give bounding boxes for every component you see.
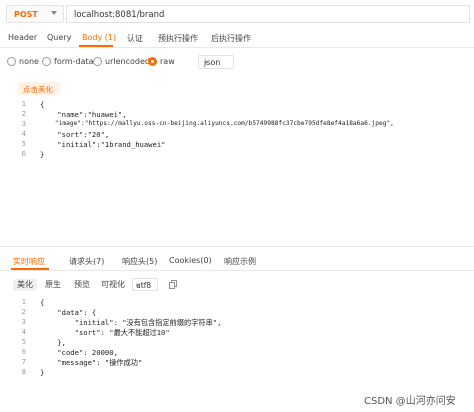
url-input[interactable]: localhost:8081/brand [66, 5, 470, 23]
code-line: 7 "message": "操作成功" [0, 358, 474, 368]
panel-divider[interactable] [0, 246, 474, 247]
url-bar: POST localhost:8081/brand [2, 3, 472, 25]
active-tab-indicator [11, 268, 49, 270]
radio-label: form-data [54, 57, 94, 66]
url-text: localhost:8081/brand [74, 10, 165, 20]
line-number: 7 [21, 358, 26, 366]
code-text: "name":"huawei", [40, 110, 127, 119]
beautify-button[interactable]: 点击美化 [18, 82, 60, 95]
code-line: 3 "initial": "没有包含指定前缀的字符串", [0, 318, 474, 328]
code-line: 2 "data": { [0, 308, 474, 318]
code-text: "sort":"20", [40, 130, 110, 139]
body-type-selector: none form-data urlencoded raw json [0, 54, 474, 72]
code-line: 5 "initial":"1brand_huawei" [0, 140, 474, 150]
code-line: 4 "sort":"20", [0, 130, 474, 140]
format-select[interactable]: json [198, 55, 234, 69]
line-number: 2 [21, 308, 26, 316]
radio-label: urlencoded [105, 57, 150, 66]
radio-circle [42, 57, 51, 66]
tab-live-response[interactable]: 实时响应 [13, 256, 45, 267]
code-text: "code": 20000, [40, 348, 118, 357]
line-number: 6 [21, 150, 26, 158]
view-visualize-button[interactable]: 可视化 [101, 279, 125, 291]
watermark: CSDN @山河亦问安 [364, 396, 456, 407]
line-number: 8 [21, 368, 26, 376]
radio-label: raw [160, 57, 175, 66]
tab-cookies[interactable]: Cookies(0) [169, 256, 212, 265]
code-line: 6 "code": 20000, [0, 348, 474, 358]
code-text: "message": "操作成功" [40, 358, 143, 367]
code-text: "sort": "最大不能超过10" [40, 328, 170, 337]
code-line: 5 }, [0, 338, 474, 348]
view-preview-button[interactable]: 预览 [74, 279, 90, 291]
line-number: 5 [21, 140, 26, 148]
radio-circle [7, 57, 16, 66]
line-number: 4 [21, 130, 26, 138]
line-number: 4 [21, 328, 26, 336]
code-text: }, [40, 338, 66, 347]
method-select[interactable]: POST [6, 5, 64, 23]
tab-header[interactable]: Header [8, 33, 37, 42]
line-number: 3 [21, 318, 26, 326]
code-text: { [40, 298, 45, 307]
line-number: 2 [21, 110, 26, 118]
tab-pre-script[interactable]: 预执行操作 [158, 33, 198, 44]
tab-post-script[interactable]: 后执行操作 [211, 33, 251, 44]
response-view-bar: 美化 原生 预览 可视化 utf8 [0, 277, 474, 293]
chevron-down-icon [51, 11, 57, 15]
tab-response-headers[interactable]: 响应头(5) [122, 256, 157, 267]
response-tabs: 实时响应 请求头(7) 响应头(5) Cookies(0) 响应示例 [0, 252, 474, 271]
encoding-select[interactable]: utf8 [132, 278, 158, 291]
code-text: { [40, 100, 45, 109]
line-number: 3 [21, 120, 26, 128]
radio-circle [148, 57, 157, 66]
method-label: POST [14, 10, 38, 19]
line-number: 6 [21, 348, 26, 356]
tab-body[interactable]: Body (1) [82, 33, 116, 42]
code-text: "data": { [40, 308, 97, 317]
beautify-label: 点击美化 [23, 85, 53, 94]
code-line: 2 "name":"huawei", [0, 110, 474, 120]
line-number: 1 [21, 100, 26, 108]
radio-circle [93, 57, 102, 66]
tab-auth[interactable]: 认证 [127, 33, 143, 44]
view-raw-button[interactable]: 原生 [45, 279, 61, 291]
tab-query[interactable]: Query [47, 33, 71, 42]
line-number: 1 [21, 298, 26, 306]
code-line: 4 "sort": "最大不能超过10" [0, 328, 474, 338]
code-line: 6 } [0, 150, 474, 160]
radio-label: none [19, 57, 39, 66]
view-pretty-button[interactable]: 美化 [13, 279, 37, 291]
code-text: } [40, 150, 45, 159]
active-tab-indicator [79, 45, 113, 47]
chevron-down-icon [204, 61, 208, 64]
tab-request-headers[interactable]: 请求头(7) [69, 256, 104, 267]
copy-icon[interactable] [169, 280, 177, 289]
code-text: "image":"https://mallyu.oss-cn-beijing.a… [40, 120, 394, 127]
code-line: 1 { [0, 100, 474, 110]
code-line: 1 { [0, 298, 474, 308]
code-text: "initial":"1brand_huawei" [40, 140, 166, 149]
chevron-down-icon [136, 284, 140, 287]
code-line: 3 "image":"https://mallyu.oss-cn-beijing… [0, 120, 474, 130]
request-tabs: Header Query Body (1) 认证 预执行操作 后执行操作 [0, 29, 474, 48]
line-number: 5 [21, 338, 26, 346]
code-text: "initial": "没有包含指定前缀的字符串", [40, 318, 222, 327]
code-text: } [40, 368, 45, 377]
code-line: 8 } [0, 368, 474, 378]
tab-response-examples[interactable]: 响应示例 [224, 256, 256, 267]
